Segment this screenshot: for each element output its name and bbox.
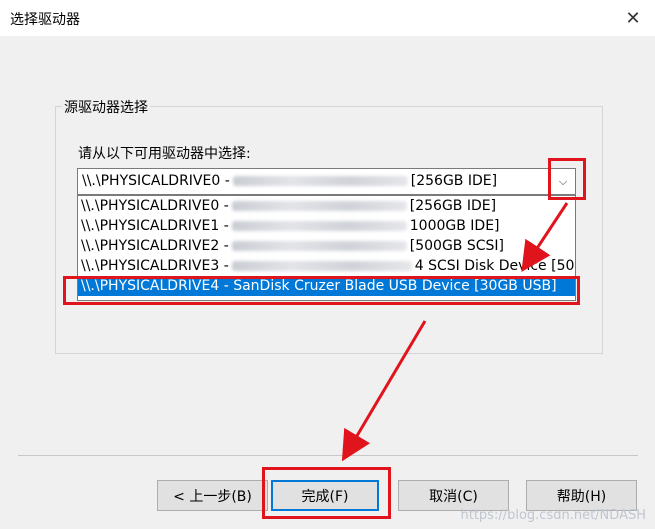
drive-option-3[interactable]: \\.\PHYSICALDRIVE3 - 4 SCSI Disk Device [… [78,256,575,276]
redacted-serial [232,176,408,186]
option-suffix: 1000GB IDE] [409,218,500,234]
window-title: 选择驱动器 [10,12,80,28]
select-drive-dialog: 选择驱动器 ✕ 源驱动器选择 请从以下可用驱动器中选择: \\.\PHYSICA… [0,0,655,529]
drive-option-0[interactable]: \\.\PHYSICALDRIVE0 - [256GB IDE] [78,196,575,216]
option-prefix: \\.\PHYSICALDRIVE2 - [81,238,229,254]
option-suffix: [500GB SCSI] [409,238,504,254]
selected-drive-prefix: \\.\PHYSICALDRIVE0 - [82,173,230,189]
option-suffix: 4 SCSI Disk Device [50 [414,258,575,274]
option-suffix: [256GB IDE] [409,198,497,214]
option-prefix: \\.\PHYSICALDRIVE3 - [81,258,229,274]
back-button[interactable]: < 上一步(B) [157,480,268,511]
option-label: \\.\PHYSICALDRIVE4 - SanDisk Cruzer Blad… [81,278,557,294]
dialog-content: 源驱动器选择 请从以下可用驱动器中选择: \\.\PHYSICALDRIVE0 … [0,36,655,529]
drive-option-1[interactable]: \\.\PHYSICALDRIVE1 - 1000GB IDE] [78,216,575,236]
option-prefix: \\.\PHYSICALDRIVE1 - [81,218,229,234]
selected-drive-suffix: [256GB IDE] [410,173,498,189]
close-icon[interactable]: ✕ [611,0,655,36]
drive-dropdown-list: \\.\PHYSICALDRIVE0 - [256GB IDE] \\.\PHYS… [77,195,576,301]
redacted-serial [231,221,407,231]
title-bar: 选择驱动器 ✕ [0,0,655,36]
redacted-serial [231,261,412,271]
footer-divider [18,455,638,456]
option-prefix: \\.\PHYSICALDRIVE0 - [81,198,229,214]
redacted-serial [231,241,407,251]
drive-option-2[interactable]: \\.\PHYSICALDRIVE2 - [500GB SCSI] [78,236,575,256]
group-title: 源驱动器选择 [62,97,150,117]
drive-option-4[interactable]: \\.\PHYSICALDRIVE4 - SanDisk Cruzer Blad… [78,276,575,296]
drive-prompt-label: 请从以下可用驱动器中选择: [78,146,251,162]
watermark: https://blog.csdn.net/NDASH [460,508,647,523]
cancel-button[interactable]: 取消(C) [398,480,509,511]
chevron-down-icon[interactable]: ⌵ [551,169,575,194]
help-button[interactable]: 帮助(H) [526,480,637,511]
finish-button[interactable]: 完成(F) [271,480,379,511]
redacted-serial [231,201,407,211]
combobox-selected-value: \\.\PHYSICALDRIVE0 - [256GB IDE] [82,173,552,189]
drive-select-combobox[interactable]: \\.\PHYSICALDRIVE0 - [256GB IDE] ⌵ [77,168,576,195]
